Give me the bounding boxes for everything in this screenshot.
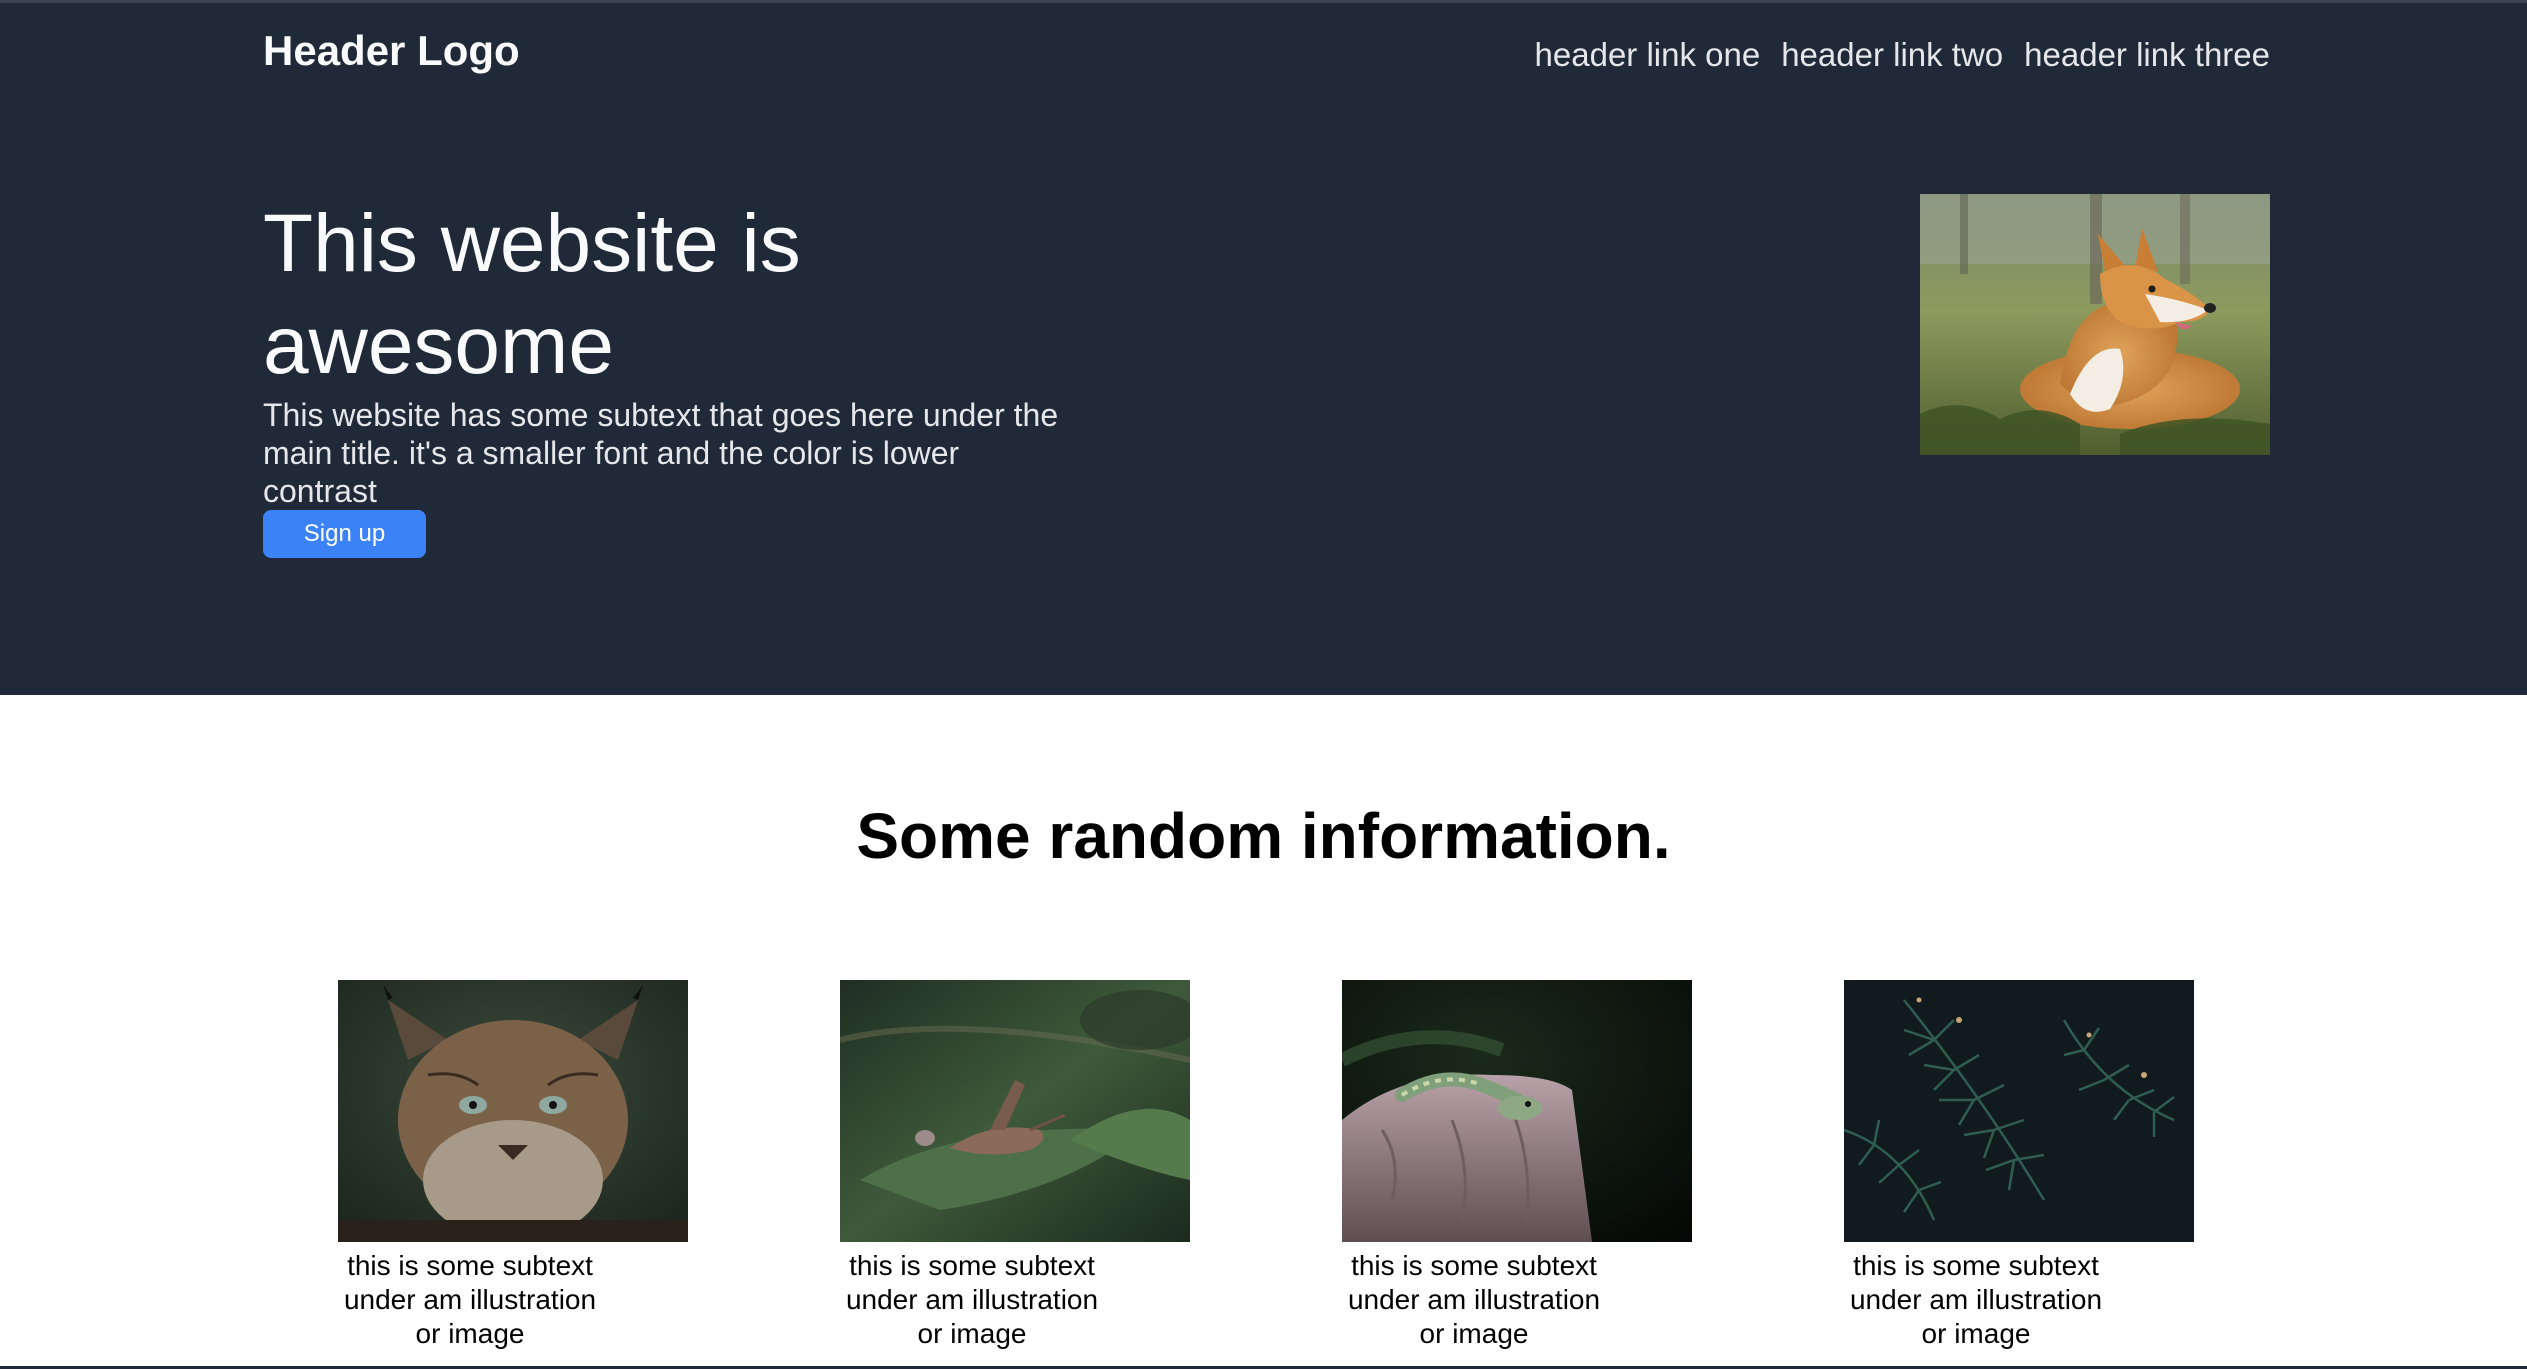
header-link-one[interactable]: header link one: [1535, 33, 1761, 77]
card-subtext: this is some subtext under am illustrati…: [343, 1250, 597, 1349]
corgi-photo-icon: [1920, 194, 2270, 455]
header-nav: header link one header link two header l…: [1535, 33, 2270, 77]
hero-subtitle: This website has some subtext that goes …: [263, 397, 1059, 509]
snake-photo-icon: [1342, 980, 1692, 1242]
header-link-two[interactable]: header link two: [1781, 33, 2003, 77]
header-logo[interactable]: Header Logo: [263, 25, 520, 77]
info-card: this is some subtext under am illustrati…: [338, 980, 688, 1351]
hero-image-corgi: [1920, 194, 2270, 455]
card-image-pine: [1844, 980, 2194, 1242]
hero-section: Header Logo header link one header link …: [0, 0, 2527, 695]
card-subtext: this is some subtext under am illustrati…: [1849, 1250, 2103, 1349]
card-subtext: this is some subtext under am illustrati…: [1347, 1250, 1601, 1349]
card-image-lynx: [338, 980, 688, 1242]
info-card: this is some subtext under am illustrati…: [1342, 980, 1692, 1351]
card-image-grasshopper: [840, 980, 1190, 1242]
header-link-three[interactable]: header link three: [2024, 33, 2270, 77]
grasshopper-photo-icon: [840, 980, 1190, 1242]
info-card: this is some subtext under am illustrati…: [1844, 980, 2194, 1351]
lynx-photo-icon: [338, 980, 688, 1242]
pine-branch-photo-icon: [1844, 980, 2194, 1242]
info-section-title: Some random information.: [856, 800, 1671, 872]
hero-title: This website is awesome: [263, 198, 801, 391]
card-subtext: this is some subtext under am illustrati…: [845, 1250, 1099, 1349]
signup-button[interactable]: Sign up: [263, 510, 426, 558]
card-image-snake: [1342, 980, 1692, 1242]
info-card: this is some subtext under am illustrati…: [840, 980, 1190, 1351]
